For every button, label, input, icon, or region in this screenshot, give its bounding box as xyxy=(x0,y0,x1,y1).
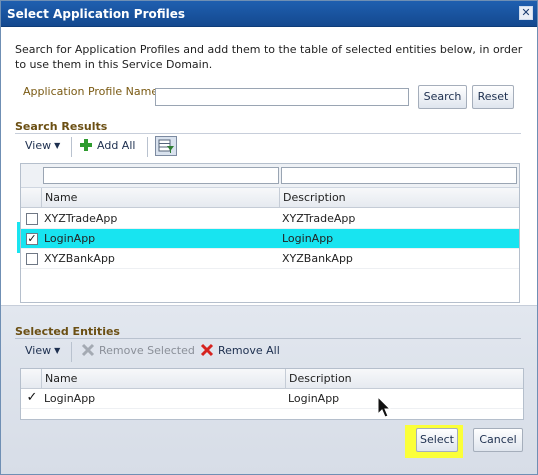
view-menu[interactable]: View ▼ xyxy=(25,340,60,364)
toolbar-separator xyxy=(147,137,148,157)
table-row[interactable]: XYZBankApp XYZBankApp xyxy=(21,249,519,269)
cell-description: XYZTradeApp xyxy=(282,212,356,225)
cell-name: XYZTradeApp xyxy=(44,212,118,225)
application-profile-name-label: Application Profile Name xyxy=(23,85,159,98)
remove-all-label: Remove All xyxy=(218,344,280,357)
cell-name: XYZBankApp xyxy=(44,252,115,265)
name-filter-input[interactable] xyxy=(43,167,279,184)
row-checkbox[interactable] xyxy=(26,213,38,225)
cell-description: LoginApp xyxy=(288,392,340,405)
search-results-table: Name Description XYZTradeApp XYZTradeApp… xyxy=(20,163,520,303)
filter-row xyxy=(21,164,519,188)
table-header: Name Description xyxy=(21,188,519,208)
close-icon[interactable]: ✕ xyxy=(519,6,533,20)
remove-all-icon xyxy=(200,343,214,357)
grid-filter-icon[interactable] xyxy=(155,136,177,156)
toolbar-separator xyxy=(71,137,72,157)
toolbar-separator xyxy=(71,342,72,362)
remove-selected-icon xyxy=(81,343,95,357)
add-icon xyxy=(80,139,92,151)
add-all-button[interactable]: Add All xyxy=(79,135,135,159)
selected-entities-toolbar: View ▼ Remove Selected Remove All xyxy=(17,340,537,364)
remove-selected-button[interactable]: Remove Selected xyxy=(81,340,195,364)
grid-filter-glyph xyxy=(158,139,174,153)
cell-description: LoginApp xyxy=(282,232,334,245)
table-row[interactable]: XYZTradeApp XYZTradeApp xyxy=(21,209,519,229)
application-profile-name-input[interactable] xyxy=(155,88,409,106)
view-menu[interactable]: View ▼ xyxy=(25,135,60,159)
description-filter-input[interactable] xyxy=(281,167,517,184)
view-menu-label: View xyxy=(25,344,52,357)
add-all-label: Add All xyxy=(97,139,136,152)
row-checkbox[interactable] xyxy=(26,253,38,265)
dialog-description: Search for Application Profiles and add … xyxy=(15,43,523,71)
search-results-title: Search Results xyxy=(15,120,108,133)
column-header-name[interactable]: Name xyxy=(41,369,285,389)
remove-selected-label: Remove Selected xyxy=(99,344,195,357)
dialog-title-bar: Select Application Profiles ✕ xyxy=(1,1,537,27)
selected-entities-table: Name Description ✓ LoginApp LoginApp xyxy=(20,368,524,420)
column-header-description[interactable]: Description xyxy=(285,369,523,389)
cancel-button[interactable]: Cancel xyxy=(473,428,523,452)
chevron-down-icon: ▼ xyxy=(54,141,61,150)
cell-name: LoginApp xyxy=(44,232,96,245)
remove-all-button[interactable]: Remove All xyxy=(200,340,280,364)
table-row[interactable]: ✓ LoginApp LoginApp xyxy=(21,229,519,249)
selected-entities-title: Selected Entities xyxy=(15,325,120,338)
row-checkbox[interactable]: ✓ xyxy=(26,391,38,405)
select-button[interactable]: Select xyxy=(416,428,458,452)
table-header: Name Description xyxy=(21,369,523,389)
view-menu-label: View xyxy=(25,139,52,152)
select-application-profiles-dialog: Select Application Profiles ✕ Search for… xyxy=(0,0,538,475)
cell-name: LoginApp xyxy=(44,392,96,405)
column-header-description[interactable]: Description xyxy=(279,188,519,208)
search-results-toolbar: View ▼ Add All xyxy=(17,135,537,159)
section-divider xyxy=(15,338,521,339)
section-divider xyxy=(15,133,521,134)
mouse-pointer-icon xyxy=(377,396,392,418)
cell-description: XYZBankApp xyxy=(282,252,353,265)
table-row[interactable]: ✓ LoginApp LoginApp xyxy=(21,389,523,409)
dialog-title: Select Application Profiles xyxy=(7,7,186,21)
search-button[interactable]: Search xyxy=(418,85,467,109)
column-header-name[interactable]: Name xyxy=(41,188,279,208)
reset-button[interactable]: Reset xyxy=(472,85,514,109)
chevron-down-icon: ▼ xyxy=(54,346,61,355)
row-checkbox[interactable]: ✓ xyxy=(26,233,38,245)
